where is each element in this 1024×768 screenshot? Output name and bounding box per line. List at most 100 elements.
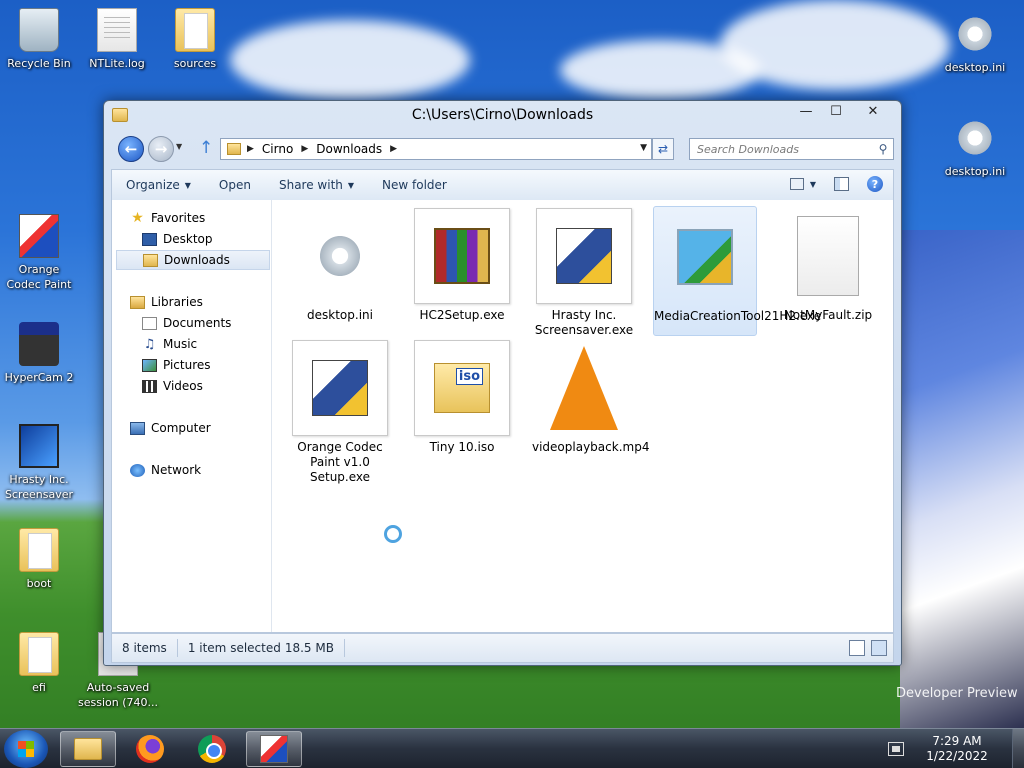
desktop-icon-efi[interactable]: efi xyxy=(0,632,78,695)
details-view-icon[interactable] xyxy=(849,640,865,656)
organize-button[interactable]: Organize ▼ xyxy=(112,178,205,192)
start-button[interactable] xyxy=(4,730,48,768)
folder-icon xyxy=(19,528,59,572)
desktop-icon-boot[interactable]: boot xyxy=(0,528,78,591)
paint-app-icon xyxy=(260,735,288,763)
network-tray-icon[interactable] xyxy=(888,742,904,756)
nav-downloads[interactable]: Downloads xyxy=(116,250,270,270)
status-bar: 8 items 1 item selected 18.5 MB xyxy=(111,633,894,663)
film-strip-icon xyxy=(142,379,157,393)
back-button[interactable]: ← xyxy=(118,136,144,162)
up-arrow-icon[interactable]: ↑ xyxy=(199,138,213,158)
windows-logo-icon xyxy=(18,741,34,757)
share-with-button[interactable]: Share with ▼ xyxy=(265,178,368,192)
settings-file-icon xyxy=(955,12,995,56)
nav-documents[interactable]: Documents xyxy=(142,313,231,333)
desktop-icon-desktop-ini-1[interactable]: desktop.ini xyxy=(936,12,1014,75)
desktop-icon-hrasty-screensaver[interactable]: Hrasty Inc. Screensaver xyxy=(0,424,78,502)
forward-button[interactable]: → xyxy=(148,136,174,162)
nav-desktop[interactable]: Desktop xyxy=(142,229,213,249)
folder-icon xyxy=(175,8,215,52)
taskbar-firefox[interactable] xyxy=(122,731,178,767)
open-button[interactable]: Open xyxy=(205,178,265,192)
chevron-right-icon[interactable]: ▶ xyxy=(247,144,254,154)
explorer-window[interactable]: C:\Users\Cirno\Downloads — ☐ ✕ ← → ▼ ↑ ▶… xyxy=(103,100,902,666)
wallpaper-developer-preview: Developer Preview xyxy=(896,686,1018,701)
clock[interactable]: 7:29 AM 1/22/2022 xyxy=(922,734,992,764)
desktop-icon-ntlite-log[interactable]: NTLite.log xyxy=(78,8,156,71)
file-item-selected[interactable]: MediaCreationTool21H2.exe xyxy=(653,206,821,336)
desktop-icon-desktop-ini-2[interactable]: desktop.ini xyxy=(936,116,1014,179)
file-item[interactable]: videoplayback.mp4 xyxy=(532,340,649,455)
selection-size: 18.5 MB xyxy=(284,641,334,655)
nav-music[interactable]: ♫ Music xyxy=(142,334,197,354)
search-input[interactable] xyxy=(690,142,873,156)
desktop-icon-recycle-bin[interactable]: Recycle Bin xyxy=(0,8,78,71)
chevron-down-icon: ▼ xyxy=(184,180,191,190)
address-bar[interactable]: ▶ Cirno ▶ Downloads ▶ ▼ xyxy=(220,138,652,160)
preview-pane-icon[interactable] xyxy=(834,177,849,191)
screensaver-icon xyxy=(19,424,59,468)
divider xyxy=(343,639,345,657)
navigation-bar: ← → ▼ ↑ ▶ Cirno ▶ Downloads ▶ ▼ ⇄ ⚲ xyxy=(104,134,901,164)
file-thumbnail xyxy=(414,208,510,304)
installer-icon xyxy=(312,360,368,416)
firefox-icon xyxy=(136,735,164,763)
wallpaper-cloud xyxy=(720,0,950,90)
nav-videos[interactable]: Videos xyxy=(142,376,203,396)
file-item[interactable]: Tiny 10.iso xyxy=(410,340,514,455)
title-bar[interactable]: C:\Users\Cirno\Downloads — ☐ ✕ xyxy=(104,101,901,131)
taskbar-paint[interactable] xyxy=(246,731,302,767)
show-desktop-button[interactable] xyxy=(1012,729,1024,768)
address-dropdown-icon[interactable]: ▼ xyxy=(640,143,647,153)
file-item[interactable]: Hrasty Inc. Screensaver.exe xyxy=(532,208,636,338)
refresh-button[interactable]: ⇄ xyxy=(652,138,674,160)
disc-image-icon xyxy=(434,363,490,413)
file-item[interactable]: Orange Codec Paint v1.0 Setup.exe xyxy=(288,340,392,485)
folder-icon xyxy=(19,632,59,676)
file-item[interactable]: HC2Setup.exe xyxy=(410,208,514,323)
help-icon[interactable]: ? xyxy=(867,176,883,192)
file-thumbnail xyxy=(536,208,632,304)
item-count: 8 items xyxy=(122,641,167,655)
taskbar-explorer[interactable] xyxy=(60,731,116,767)
desktop-icon-orange-codec-paint[interactable]: Orange Codec Paint xyxy=(0,214,78,292)
maximize-button[interactable]: ☐ xyxy=(821,101,851,121)
file-thumbnail xyxy=(780,208,876,304)
desktop-icon-sources[interactable]: sources xyxy=(156,8,234,71)
minimize-button[interactable]: — xyxy=(791,101,821,121)
text-file-icon xyxy=(97,8,137,52)
file-thumbnail xyxy=(292,340,388,436)
nav-pictures[interactable]: Pictures xyxy=(142,355,211,375)
busy-cursor-icon xyxy=(384,525,402,543)
large-icons-view-icon[interactable] xyxy=(871,640,887,656)
nav-favorites[interactable]: ★ Favorites xyxy=(130,208,205,228)
nav-computer[interactable]: Computer xyxy=(130,418,211,438)
search-box[interactable]: ⚲ xyxy=(689,138,894,160)
file-item[interactable]: NotMyFault.zip xyxy=(776,208,880,323)
close-button[interactable]: ✕ xyxy=(851,101,895,121)
recent-pages-dropdown-icon[interactable]: ▼ xyxy=(176,142,182,151)
change-view-button[interactable]: ▼ xyxy=(789,178,816,190)
chevron-right-icon[interactable]: ▶ xyxy=(390,144,397,154)
file-thumbnail xyxy=(414,340,510,436)
nav-libraries[interactable]: Libraries xyxy=(130,292,203,312)
star-icon: ★ xyxy=(131,209,144,226)
navigation-pane: ★ Favorites Desktop Downloads Libraries D… xyxy=(112,200,272,632)
new-folder-button[interactable]: New folder xyxy=(368,178,461,192)
pictures-icon xyxy=(142,358,157,372)
documents-icon xyxy=(142,316,157,330)
desktop-icon-hypercam[interactable]: HyperCam 2 xyxy=(0,322,78,385)
taskbar-chrome[interactable] xyxy=(184,731,240,767)
computer-icon xyxy=(130,421,145,435)
nav-network[interactable]: Network xyxy=(130,460,201,480)
search-icon[interactable]: ⚲ xyxy=(873,142,893,156)
file-thumbnail xyxy=(292,208,388,304)
chevron-right-icon[interactable]: ▶ xyxy=(301,144,308,154)
view-icon xyxy=(789,178,804,190)
breadcrumb-downloads[interactable]: Downloads xyxy=(316,142,382,156)
chevron-down-icon: ▼ xyxy=(809,179,816,189)
explorer-body: ★ Favorites Desktop Downloads Libraries D… xyxy=(111,200,894,633)
breadcrumb-cirno[interactable]: Cirno xyxy=(262,142,293,156)
file-item[interactable]: desktop.ini xyxy=(288,208,392,323)
